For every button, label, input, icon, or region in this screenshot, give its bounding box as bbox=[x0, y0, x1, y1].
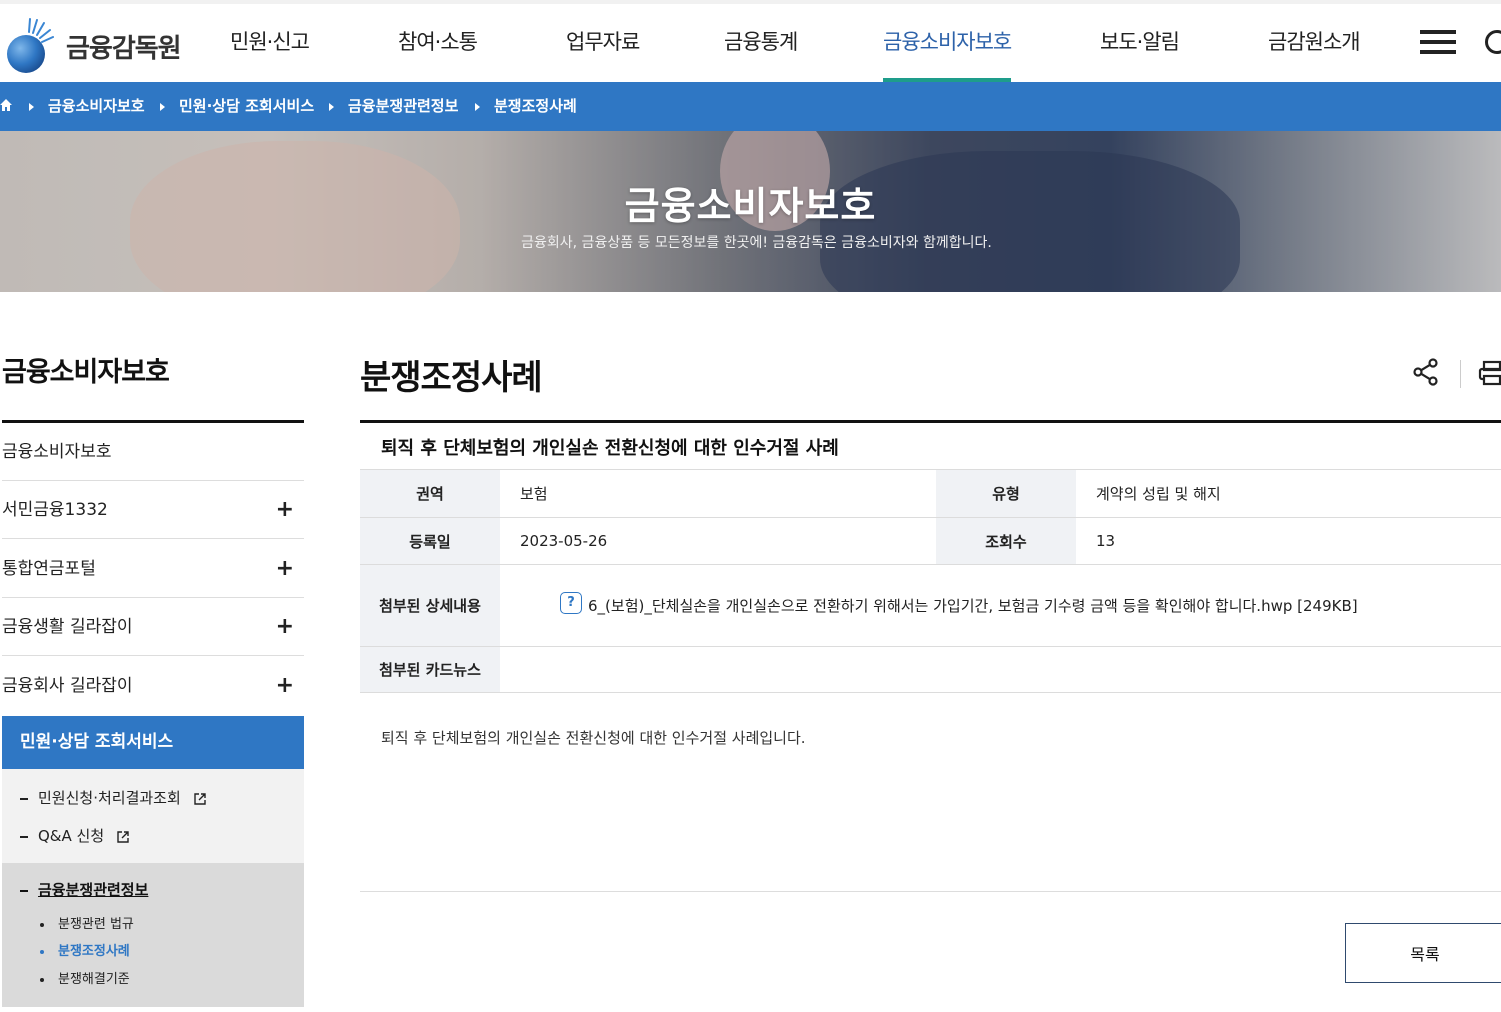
views-label: 조회수 bbox=[936, 518, 1076, 564]
global-navigation: 금융감독원 민원·신고 참여·소통 업무자료 금융통계 금융소비자보호 보도·알… bbox=[0, 0, 1501, 82]
breadcrumb-separator-icon bbox=[329, 103, 334, 111]
sidebar-link-label: 분쟁조정사례 bbox=[58, 944, 130, 959]
plus-icon[interactable]: + bbox=[276, 598, 294, 656]
sidebar-link-dispute-laws[interactable]: 분쟁관련 법규 bbox=[40, 913, 134, 932]
info-row-cardnews: 첨부된 카드뉴스 bbox=[360, 646, 1501, 692]
sidebar-link-label: 분쟁해결기준 bbox=[58, 972, 130, 987]
sidebar-link-label: 민원신청·처리결과조회 bbox=[38, 789, 181, 807]
attachment-label: 첨부된 상세내용 bbox=[360, 565, 500, 646]
sidebar-item-label: 서민금융1332 bbox=[2, 500, 108, 520]
sidebar-link-complaint-lookup[interactable]: 민원신청·처리결과조회 bbox=[20, 787, 206, 808]
info-row-region: 권역 보험 유형 계약의 성립 및 해지 bbox=[360, 469, 1501, 517]
info-row-date: 등록일 2023-05-26 조회수 13 bbox=[360, 517, 1501, 564]
sidebar-item-label: 금융회사 길라잡이 bbox=[2, 676, 133, 696]
list-button[interactable]: 목록 bbox=[1345, 923, 1501, 983]
sidebar-link-dispute-cases[interactable]: 분쟁조정사례 bbox=[40, 940, 130, 959]
external-link-icon bbox=[117, 830, 129, 843]
plus-icon[interactable]: + bbox=[276, 540, 294, 598]
share-icon[interactable] bbox=[1412, 357, 1440, 387]
fss-logo[interactable]: 금융감독원 bbox=[2, 18, 182, 74]
date-label: 등록일 bbox=[360, 518, 500, 564]
sidebar-item-label: 금융생활 길라잡이 bbox=[2, 617, 133, 637]
breadcrumb-current-page: 분쟁조정사례 bbox=[494, 97, 577, 115]
page-title: 분쟁조정사례 bbox=[360, 358, 543, 398]
sidebar-item-label: 통합연금포털 bbox=[2, 559, 96, 579]
sidebar-item-label: 금융소비자보호 bbox=[2, 442, 112, 462]
plus-icon[interactable]: + bbox=[276, 481, 294, 539]
attachment-download-link[interactable]: ? 6_(보험)_단체실손을 개인실손으로 전환하기 위해서는 가입기간, 보험… bbox=[560, 591, 1358, 616]
sidebar-item-pension-portal[interactable]: 통합연금포털 + bbox=[2, 540, 304, 598]
table-bottom-divider bbox=[360, 692, 1501, 693]
hero-subtitle: 금융회사, 금융상품 등 모든정보를 한곳에! 금융감독은 금융소비자와 함께합… bbox=[521, 235, 992, 251]
plus-icon[interactable]: + bbox=[276, 657, 294, 715]
content-bottom-divider bbox=[360, 891, 1501, 892]
home-icon[interactable] bbox=[0, 97, 12, 113]
sidebar-link-label: Q&A 신청 bbox=[38, 827, 105, 845]
toolbar-divider bbox=[1460, 360, 1461, 388]
menu-participation[interactable]: 참여·소통 bbox=[398, 4, 478, 82]
menu-about[interactable]: 금감원소개 bbox=[1268, 4, 1361, 82]
sidebar-link-dispute-standards[interactable]: 분쟁해결기준 bbox=[40, 968, 130, 987]
sidebar-current-group: 금융분쟁관련정보 분쟁관련 법규 분쟁조정사례 분쟁해결기준 bbox=[2, 863, 304, 1007]
hero-banner: 금융소비자보호 금융회사, 금융상품 등 모든정보를 한곳에! 금융감독은 금융… bbox=[0, 131, 1501, 292]
hero-title: 금융소비자보호 bbox=[624, 184, 877, 228]
sidebar-submenu: 민원신청·처리결과조회 Q&A 신청 bbox=[2, 769, 304, 863]
sidebar-item-inquiry-service[interactable]: 민원·상담 조회서비스 bbox=[2, 716, 304, 769]
type-value: 계약의 성립 및 해지 bbox=[1096, 485, 1221, 503]
info-row-attachment: 첨부된 상세내용 ? 6_(보험)_단체실손을 개인실손으로 전환하기 위해서는… bbox=[360, 564, 1501, 646]
region-label: 권역 bbox=[360, 470, 500, 517]
sidebar-title: 금융소비자보호 bbox=[2, 357, 170, 388]
hwp-file-icon: ? bbox=[560, 591, 582, 614]
breadcrumb: 금융소비자보호 민원·상담 조회서비스 금융분쟁관련정보 분쟁조정사례 bbox=[0, 82, 1501, 131]
views-value: 13 bbox=[1096, 532, 1116, 550]
logo-text: 금융감독원 bbox=[66, 33, 182, 64]
search-icon[interactable] bbox=[1485, 28, 1501, 58]
sidebar-item-financial-life-guide[interactable]: 금융생활 길라잡이 + bbox=[2, 598, 304, 656]
date-value: 2023-05-26 bbox=[520, 532, 608, 550]
menu-complaints[interactable]: 민원·신고 bbox=[230, 4, 310, 82]
fss-logo-icon bbox=[7, 18, 54, 73]
hamburger-menu-icon[interactable] bbox=[1420, 30, 1456, 56]
sidebar-link-dispute-info[interactable]: 금융분쟁관련정보 bbox=[20, 879, 148, 900]
menu-consumer-protection[interactable]: 금융소비자보호 bbox=[883, 4, 1012, 82]
menu-work-data[interactable]: 업무자료 bbox=[566, 4, 640, 82]
external-link-icon bbox=[193, 792, 206, 805]
sidebar-item-1332[interactable]: 서민금융1332 + bbox=[2, 481, 304, 539]
sidebar-link-label: 금융분쟁관련정보 bbox=[38, 881, 149, 899]
breadcrumb-dispute-info[interactable]: 금융분쟁관련정보 bbox=[348, 82, 458, 131]
breadcrumb-consumer-protection[interactable]: 금융소비자보호 bbox=[48, 82, 145, 131]
menu-statistics[interactable]: 금융통계 bbox=[724, 4, 798, 82]
breadcrumb-separator-icon bbox=[29, 103, 34, 111]
region-value: 보험 bbox=[520, 485, 548, 503]
breadcrumb-inquiry-service[interactable]: 민원·상담 조회서비스 bbox=[179, 82, 314, 131]
breadcrumb-separator-icon bbox=[160, 103, 165, 111]
cardnews-label: 첨부된 카드뉴스 bbox=[360, 647, 500, 692]
post-summary: 퇴직 후 단체보험의 개인실손 전환신청에 대한 인수거절 사례입니다. bbox=[381, 729, 806, 747]
sidebar-item-consumer-protection[interactable]: 금융소비자보호 bbox=[2, 423, 304, 481]
sidebar-item-company-guide[interactable]: 금융회사 길라잡이 + bbox=[2, 657, 304, 715]
post-title: 퇴직 후 단체보험의 개인실손 전환신청에 대한 인수거절 사례 bbox=[381, 438, 839, 459]
type-label: 유형 bbox=[936, 470, 1076, 517]
breadcrumb-separator-icon bbox=[475, 103, 480, 111]
menu-press[interactable]: 보도·알림 bbox=[1100, 4, 1180, 82]
print-icon[interactable] bbox=[1478, 357, 1501, 387]
attachment-filename: 6_(보험)_단체실손을 개인실손으로 전환하기 위해서는 가입기간, 보험금 … bbox=[588, 597, 1358, 615]
sidebar-link-qna[interactable]: Q&A 신청 bbox=[20, 825, 129, 846]
sidebar-link-label: 분쟁관련 법규 bbox=[58, 917, 134, 932]
content-top-divider bbox=[360, 420, 1501, 423]
